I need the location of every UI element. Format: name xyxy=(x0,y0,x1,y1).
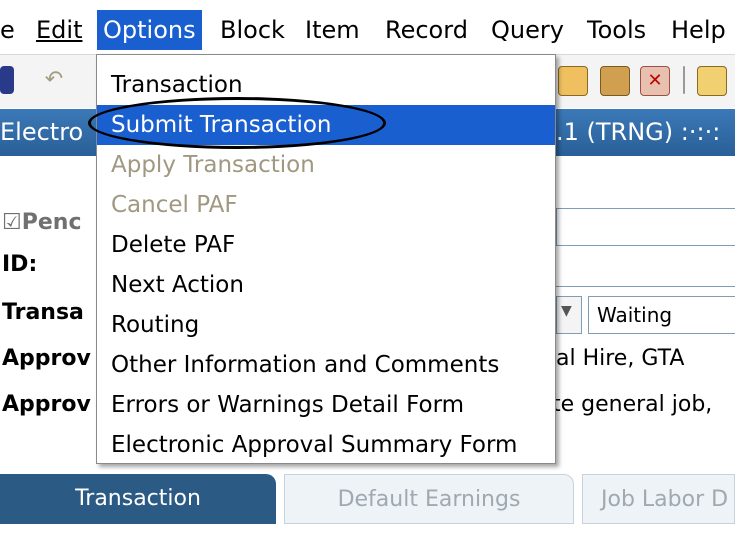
toolbar-separator xyxy=(683,66,685,94)
save-icon[interactable] xyxy=(0,66,14,94)
approval-label-2: Approv xyxy=(2,392,91,417)
folder-icon[interactable] xyxy=(558,66,588,96)
approval-text-1: al Hire, GTA xyxy=(556,346,685,371)
menu-option-delete-paf[interactable]: Delete PAF xyxy=(97,225,555,265)
status-dropdown-button[interactable]: ▼ xyxy=(556,296,582,334)
menu-options-label: Options xyxy=(103,16,196,44)
id-field[interactable] xyxy=(556,250,735,287)
menu-option-transaction[interactable]: Transaction xyxy=(97,65,555,105)
menu-option-apply-transaction: Apply Transaction xyxy=(111,152,315,178)
database-icon[interactable] xyxy=(600,66,630,96)
menu-block[interactable]: Block xyxy=(220,10,285,50)
pending-checkbox[interactable]: ☑Penc xyxy=(2,210,81,235)
checkbox-icon: ☑ xyxy=(2,210,22,235)
menu-option-routing[interactable]: Routing xyxy=(97,305,555,345)
undo-icon[interactable]: ↶ xyxy=(40,66,68,94)
menu-file-partial[interactable]: e xyxy=(0,10,15,50)
form-title-right: .1 (TRNG) :·:·: xyxy=(556,118,721,146)
menu-query[interactable]: Query xyxy=(491,10,564,50)
menu-option-next-action[interactable]: Next Action xyxy=(97,265,555,305)
tab-default-earnings[interactable]: Default Earnings xyxy=(284,474,574,524)
approval-label-1: Approv xyxy=(2,346,91,371)
delete-record-icon[interactable]: ✕ xyxy=(640,66,670,96)
tab-transaction[interactable]: Transaction xyxy=(0,474,276,524)
form-title-left: Electro xyxy=(0,118,84,146)
tab-job-labor[interactable]: Job Labor D xyxy=(582,474,735,524)
menu-option-other-information[interactable]: Other Information and Comments xyxy=(97,345,555,385)
pending-field[interactable] xyxy=(556,208,735,246)
transaction-label: Transa xyxy=(2,300,84,325)
id-label: ID: xyxy=(2,252,38,277)
approval-text-2: te general job, xyxy=(552,392,713,417)
menu-option-cancel-paf: Cancel PAF xyxy=(111,192,238,218)
menu-record[interactable]: Record xyxy=(385,10,468,50)
menu-option-electronic-approval-summary[interactable]: Electronic Approval Summary Form xyxy=(97,425,555,465)
menu-item[interactable]: Item xyxy=(305,10,360,50)
chevron-down-icon: ▼ xyxy=(561,303,572,319)
menu-bar: e Edit Options Block Item Record Query T… xyxy=(0,0,735,55)
menu-edit-label: Edit xyxy=(36,16,83,44)
status-value: Waiting xyxy=(597,303,673,327)
menu-options[interactable]: Options xyxy=(97,10,202,50)
menu-tools[interactable]: Tools xyxy=(587,10,646,50)
copy-icon[interactable] xyxy=(697,66,727,96)
menu-edit[interactable]: Edit xyxy=(36,10,82,50)
menu-help[interactable]: Help xyxy=(671,10,726,50)
highlight-ellipse xyxy=(88,97,386,149)
menu-option-errors-warnings[interactable]: Errors or Warnings Detail Form xyxy=(97,385,555,425)
pending-label: Penc xyxy=(21,210,82,235)
status-field[interactable]: Waiting xyxy=(588,296,735,334)
